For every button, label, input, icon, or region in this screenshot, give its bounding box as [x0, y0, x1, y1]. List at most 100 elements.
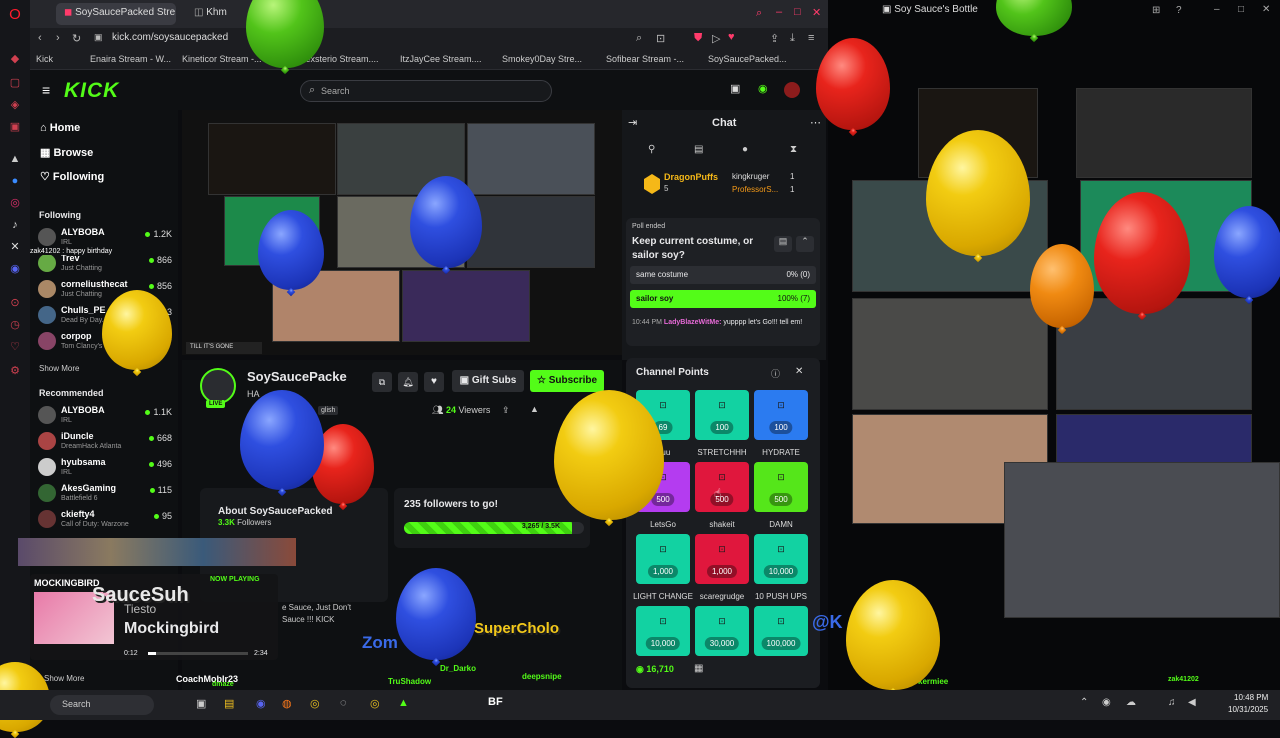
forward-icon[interactable]: ›	[56, 32, 60, 44]
cloud-icon[interactable]: ☁︎	[1126, 697, 1136, 708]
warning-icon[interactable]: ▲	[530, 404, 539, 414]
clock-icon[interactable]: ◷	[8, 318, 22, 332]
obs-icon[interactable]: ◌	[340, 697, 347, 709]
show-more-link[interactable]: Show More	[39, 364, 79, 373]
following-channel[interactable]: Trev Just Chatting 866	[38, 252, 178, 278]
video-player[interactable]: TILL IT'S GONE	[182, 110, 622, 355]
chrome-icon[interactable]: ◎	[370, 697, 380, 710]
back-icon[interactable]: ‹	[38, 32, 42, 44]
trash-icon[interactable]: ▤	[694, 144, 703, 155]
bf-icon[interactable]: BF	[488, 696, 503, 708]
recommended-channel[interactable]: ALYBOBA IRL 1.1K	[38, 404, 178, 430]
bookmark[interactable]: Sofibear Stream -...	[606, 54, 684, 64]
search-tabs-icon[interactable]: ⌕	[756, 7, 762, 20]
shield-icon[interactable]: ⛊	[694, 32, 702, 45]
recommended-channel[interactable]: hyubsama IRL 496	[38, 456, 178, 482]
bookmark[interactable]: SoySaucePacked...	[708, 54, 787, 64]
heart-icon[interactable]: ♥	[728, 31, 735, 43]
discord-icon[interactable]: ◉	[8, 262, 22, 276]
hamburger-icon[interactable]: ≡	[42, 82, 50, 98]
bell-icon[interactable]: 🔔︎	[398, 372, 418, 392]
sidebar-ai-icon[interactable]: ◆	[8, 52, 22, 66]
url-text[interactable]: kick.com/soysaucepacked	[112, 32, 228, 43]
store-icon[interactable]: ▦	[694, 663, 703, 674]
mic-icon[interactable]: ♫	[1168, 697, 1176, 708]
gifter-name[interactable]: kingkruger	[732, 172, 769, 181]
minimize-icon[interactable]: –	[776, 6, 782, 18]
bookmark[interactable]: Enaira Stream - W...	[90, 54, 171, 64]
pin-icon[interactable]: ⚲	[648, 144, 655, 155]
maximize-icon[interactable]: □	[1238, 4, 1244, 15]
gifter-name[interactable]: DragonPuffs	[664, 172, 718, 182]
reward-button[interactable]: ⊡ 100	[695, 390, 749, 440]
close-icon[interactable]: ✕	[795, 366, 803, 377]
recommended-channel[interactable]: iDuncle DreamHack Atlanta 668	[38, 430, 178, 456]
reward-button[interactable]: ⊡ 10,000	[754, 534, 808, 584]
heart-icon[interactable]: ♥	[424, 372, 444, 392]
pin-icon[interactable]: ⊡	[656, 32, 665, 45]
reload-icon[interactable]: ↻	[72, 32, 81, 45]
history-icon[interactable]: ⊙	[8, 296, 22, 310]
close-icon[interactable]: ✕	[812, 6, 821, 19]
messenger-icon[interactable]: ●	[8, 174, 22, 188]
tab-active[interactable]: ◼ SoySaucePacked Stre	[56, 3, 176, 25]
recommended-channel[interactable]: AkesGaming Battlefield 6 115	[38, 482, 178, 508]
nav-home[interactable]: ⌂ Home	[40, 122, 80, 134]
points-icon[interactable]: ◉	[758, 82, 768, 95]
studio-icon[interactable]: ▣	[730, 82, 740, 95]
heart-icon[interactable]: ♡	[8, 340, 22, 354]
chrome-icon[interactable]: ◎	[310, 697, 320, 710]
collapse-chat-icon[interactable]: ⇥	[628, 116, 637, 129]
x-icon[interactable]: ✕	[8, 240, 22, 254]
gift-subs-button[interactable]: ▣ Gift Subs	[452, 370, 524, 392]
volume-icon[interactable]: ◀	[1188, 697, 1196, 708]
minimize-icon[interactable]: –	[1214, 4, 1220, 15]
avatar[interactable]	[784, 82, 800, 98]
streamer-avatar[interactable]	[200, 368, 236, 404]
nav-following[interactable]: ♡ Following	[40, 170, 104, 183]
tab-inactive[interactable]: ◫ Khm	[186, 3, 246, 25]
taskview-icon[interactable]: ▣	[196, 697, 206, 710]
download-icon[interactable]: ⤓	[790, 32, 795, 45]
tiktok-icon[interactable]: ♪	[8, 218, 22, 232]
maximize-icon[interactable]: □	[794, 6, 801, 18]
language-tag[interactable]: glish	[318, 406, 339, 415]
recommended-channel[interactable]: ckiefty4 Call of Duty: Warzone 95	[38, 508, 178, 534]
settings-icon[interactable]: ⚙	[8, 364, 22, 378]
reward-button[interactable]: ⊡ 100,000	[754, 606, 808, 656]
search-input[interactable]: ⌕ Search	[300, 80, 552, 102]
gifter-name[interactable]: ProfessorS...	[732, 185, 778, 194]
info-icon[interactable]: ⓘ	[771, 367, 780, 380]
menu-icon[interactable]: ≡	[808, 32, 814, 44]
reward-button[interactable]: ⊡ 30,000	[695, 606, 749, 656]
share-icon[interactable]: ⇪	[502, 405, 510, 416]
clock-time[interactable]: 10:48 PM	[1234, 693, 1268, 702]
bubble-icon[interactable]: ●	[742, 144, 748, 155]
tray-icon[interactable]: ◉	[1102, 697, 1111, 708]
reward-button[interactable]: ⊡ 1,000	[695, 534, 749, 584]
clock-date[interactable]: 10/31/2025	[1228, 705, 1268, 714]
kick-app-icon[interactable]: ▲	[398, 697, 409, 709]
help-icon[interactable]: ?	[1176, 5, 1182, 16]
taskbar-search[interactable]: Search	[50, 695, 154, 715]
sidebar-gaming-icon[interactable]: ◈	[8, 98, 22, 112]
sidebar-kick-icon[interactable]: ▲	[8, 152, 22, 166]
reward-button[interactable]: ⊡ 100	[754, 390, 808, 440]
hourglass-icon[interactable]: ⧗	[790, 144, 797, 155]
reward-button[interactable]: ⊡ 500	[695, 462, 749, 512]
share-icon[interactable]: ⇪	[770, 32, 779, 45]
clip-icon[interactable]: ⧉	[372, 372, 392, 392]
collapse-poll-icon[interactable]: ⌃	[796, 236, 814, 252]
play-icon[interactable]: ▷	[712, 32, 720, 45]
close-icon[interactable]: ✕	[1262, 4, 1270, 15]
bookmark[interactable]: Kineticor Stream -...	[182, 54, 262, 64]
settings-icon[interactable]: ⊞	[1152, 5, 1160, 16]
zoom-icon[interactable]: ⌕	[636, 32, 642, 45]
bookmark[interactable]: Kick	[36, 54, 53, 64]
delete-poll-icon[interactable]: ▤	[774, 236, 792, 252]
reward-button[interactable]: ⊡ 500	[754, 462, 808, 512]
sidebar-media-icon[interactable]: ▣	[8, 120, 22, 134]
explorer-icon[interactable]: ▤	[224, 697, 234, 710]
show-more-link[interactable]: Show More	[44, 674, 84, 683]
bookmark[interactable]: Smokey0Day Stre...	[502, 54, 582, 64]
